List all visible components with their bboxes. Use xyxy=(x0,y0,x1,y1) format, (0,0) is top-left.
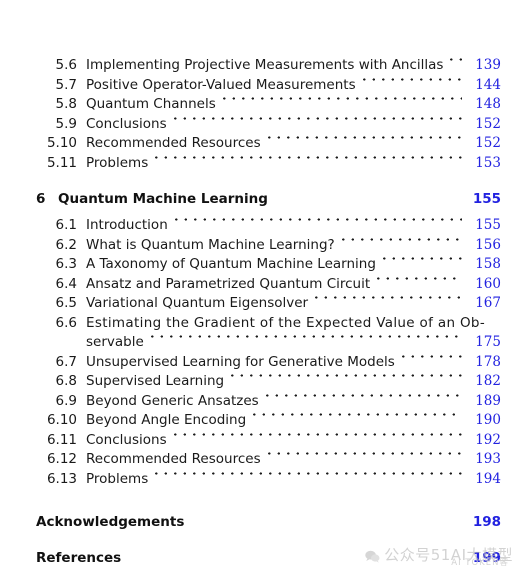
toc-entry[interactable]: 6.5 Variational Quantum Eigensolver 167 xyxy=(36,294,501,314)
toc-entry-page[interactable]: 182 xyxy=(467,372,501,392)
toc-entry-number: 5.8 xyxy=(55,96,77,112)
dot-leader xyxy=(231,369,462,382)
dot-leader xyxy=(174,428,462,441)
toc-entry[interactable]: 5.11 Problems 153 xyxy=(36,154,501,174)
toc-entry-page[interactable]: 192 xyxy=(467,431,501,451)
toc-group-chapter6-a: 6.1 Introduction 155 6.2 What is Quantum… xyxy=(36,216,501,314)
toc-entry-number: 6.2 xyxy=(55,236,77,253)
toc-entry-title: Supervised Learning xyxy=(86,373,225,389)
toc-entry-number: 5.6 xyxy=(55,57,77,73)
toc-entry-title: What is Quantum Machine Learning? xyxy=(86,236,335,253)
toc-group-chapter6-b: 6.7 Unsupervised Learning for Generative… xyxy=(36,353,501,490)
toc-chapter-page[interactable]: 155 xyxy=(467,190,501,209)
toc-entry-number: 6.3 xyxy=(55,256,77,272)
toc-entry-title: Variational Quantum Eigensolver xyxy=(86,295,309,311)
toc-entry-number: 6.13 xyxy=(46,470,77,487)
dot-leader xyxy=(223,92,462,105)
toc-entry-page[interactable]: 175 xyxy=(467,333,501,353)
table-of-contents: 5.6 Implementing Projective Measurements… xyxy=(0,0,519,569)
toc-entry-number: 6.11 xyxy=(46,431,77,448)
toc-entry-page[interactable]: 152 xyxy=(467,115,501,135)
toc-entry-title: Introduction xyxy=(86,217,168,233)
toc-group-chapter5: 5.6 Implementing Projective Measurements… xyxy=(36,56,501,173)
toc-entry-title: Conclusions xyxy=(86,431,167,448)
toc-chapter-number: 6 xyxy=(36,191,46,207)
toc-entry-title: Conclusions xyxy=(86,115,167,132)
toc-entry-number: 6.9 xyxy=(55,392,77,409)
toc-entry-page[interactable]: 155 xyxy=(467,216,501,236)
toc-entry-page[interactable]: 189 xyxy=(467,392,501,412)
dot-leader xyxy=(155,151,462,164)
toc-entry-number: 5.10 xyxy=(46,135,77,151)
dot-leader xyxy=(383,252,462,265)
toc-entry-number: 6.8 xyxy=(55,373,77,389)
dot-leader xyxy=(151,330,462,343)
toc-entry-number: 6.12 xyxy=(46,451,77,467)
toc-entry-page[interactable]: 139 xyxy=(467,56,501,76)
toc-chapter-title: Quantum Machine Learning xyxy=(58,191,268,207)
toc-entry-title: Problems xyxy=(86,470,149,487)
toc-entry-number: 6.6 xyxy=(55,314,77,331)
toc-entry-title: Problems xyxy=(86,154,149,171)
dot-leader xyxy=(175,213,462,226)
toc-entry[interactable]: 6.13 Problems 194 xyxy=(36,470,501,490)
toc-backmatter-acknowledgements[interactable]: Acknowledgements 198 xyxy=(36,513,501,532)
toc-entry-wrapped[interactable]: 6.6 Estimating the Gradient of the Expec… xyxy=(36,314,501,353)
toc-entry-page[interactable]: 193 xyxy=(467,450,501,470)
toc-entry-page[interactable]: 144 xyxy=(467,76,501,96)
toc-entry-number: 5.9 xyxy=(55,115,77,132)
toc-entry-number: 6.10 xyxy=(46,412,77,428)
dot-leader xyxy=(377,272,462,285)
dot-leader xyxy=(363,73,462,86)
dot-leader xyxy=(253,408,462,421)
dot-leader xyxy=(268,447,462,460)
dot-leader xyxy=(315,291,462,304)
toc-backmatter-title: Acknowledgements xyxy=(36,514,185,530)
toc-entry-number: 6.4 xyxy=(55,275,77,292)
toc-entry-number: 6.5 xyxy=(55,295,77,311)
toc-entry-page[interactable]: 167 xyxy=(467,294,501,314)
toc-entry-page[interactable]: 148 xyxy=(467,95,501,115)
toc-entry-title-line2: servable xyxy=(86,334,144,350)
dot-leader xyxy=(174,112,462,125)
toc-entry-number: 6.7 xyxy=(55,353,77,370)
dot-leader xyxy=(402,350,462,363)
toc-entry-title: A Taxonomy of Quantum Machine Learning xyxy=(86,256,376,272)
toc-entry-page[interactable]: 158 xyxy=(467,255,501,275)
toc-entry-page[interactable]: 153 xyxy=(467,154,501,174)
toc-backmatter-title: References xyxy=(36,550,122,566)
toc-entry-number: 5.7 xyxy=(55,76,77,93)
toc-entry-number: 5.11 xyxy=(46,154,77,171)
dot-leader xyxy=(155,467,462,480)
dot-leader xyxy=(450,53,462,66)
toc-backmatter-references[interactable]: References 199 xyxy=(36,549,501,568)
dot-leader xyxy=(266,389,462,402)
toc-backmatter-page[interactable]: 198 xyxy=(467,513,501,532)
toc-backmatter-page[interactable]: 199 xyxy=(467,549,501,568)
toc-entry-page[interactable]: 190 xyxy=(467,411,501,431)
dot-leader xyxy=(342,233,462,246)
toc-entry-number: 6.1 xyxy=(55,217,77,233)
toc-entry-page[interactable]: 160 xyxy=(467,275,501,295)
toc-entry-title: Beyond Generic Ansatzes xyxy=(86,392,259,409)
toc-chapter-heading[interactable]: 6 Quantum Machine Learning 155 xyxy=(36,190,501,209)
toc-entry-page[interactable]: 152 xyxy=(467,134,501,154)
toc-entry-page[interactable]: 194 xyxy=(467,470,501,490)
dot-leader xyxy=(268,131,462,144)
toc-entry-page[interactable]: 178 xyxy=(467,353,501,373)
toc-entry-page[interactable]: 156 xyxy=(467,236,501,256)
